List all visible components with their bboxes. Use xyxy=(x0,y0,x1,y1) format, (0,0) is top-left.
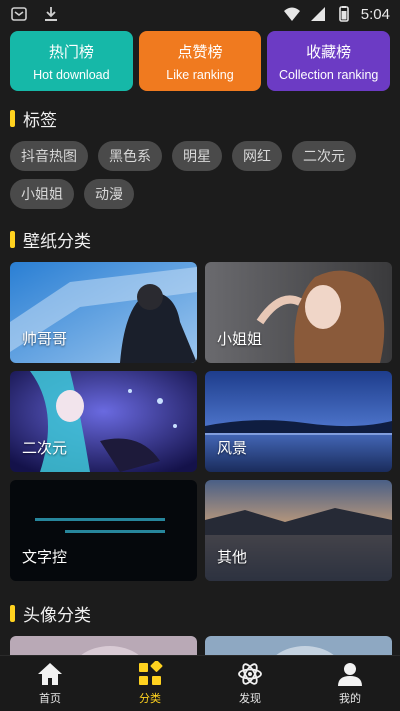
tag-item[interactable]: 抖音热图 xyxy=(10,141,88,171)
app-notification-icon xyxy=(11,7,27,21)
tag-item[interactable]: 黑色系 xyxy=(98,141,162,171)
nav-discover[interactable]: 发现 xyxy=(220,661,280,706)
nav-label: 我的 xyxy=(339,692,361,705)
wallpaper-card-anime[interactable]: 二次元 xyxy=(10,371,197,472)
wallpaper-section-header: 壁纸分类 xyxy=(0,224,400,254)
rank-subtitle: Collection ranking xyxy=(279,67,379,82)
tag-item[interactable]: 明星 xyxy=(172,141,222,171)
section-title: 壁纸分类 xyxy=(23,231,91,252)
download-icon xyxy=(45,7,57,21)
wallpaper-card-text[interactable]: 文字控 xyxy=(10,480,197,581)
category-icon xyxy=(139,661,163,685)
nav-profile[interactable]: 我的 xyxy=(320,661,380,706)
home-icon xyxy=(38,663,62,685)
like-ranking-button[interactable]: 点赞榜 Like ranking xyxy=(138,31,262,91)
collection-ranking-button[interactable]: 收藏榜 Collection ranking xyxy=(267,31,391,91)
rank-title: 热门榜 xyxy=(48,42,94,61)
card-label: 风景 xyxy=(217,439,248,457)
wallpaper-card-scenery[interactable]: 风景 xyxy=(205,371,392,472)
nav-home[interactable]: 首页 xyxy=(20,661,80,706)
clock: 5:04 xyxy=(360,5,390,23)
section-accent-bar xyxy=(10,109,15,127)
tag-item[interactable]: 网红 xyxy=(232,141,282,171)
rank-title: 收藏榜 xyxy=(306,42,352,61)
tags-section-header: 标签 xyxy=(0,103,400,133)
signal-icon xyxy=(310,7,325,21)
nav-label: 分类 xyxy=(139,692,161,705)
wifi-icon xyxy=(283,7,300,21)
wallpaper-grid: 帅哥哥 小姐姐 二次元 风景 文字控 其他 xyxy=(0,262,400,581)
atom-icon xyxy=(238,663,262,685)
wallpaper-card-other[interactable]: 其他 xyxy=(205,480,392,581)
bottom-navigation: 首页 分类 发现 我的 xyxy=(0,655,400,711)
rank-title: 点赞榜 xyxy=(177,42,223,61)
section-title: 头像分类 xyxy=(23,605,91,626)
person-icon xyxy=(338,663,362,686)
avatar-section-header: 头像分类 xyxy=(0,598,400,628)
wallpaper-card-girl[interactable]: 小姐姐 xyxy=(205,262,392,363)
ranking-row: 热门榜 Hot download 点赞榜 Like ranking 收藏榜 Co… xyxy=(0,28,400,91)
status-bar: 5:04 xyxy=(0,0,400,28)
nav-category[interactable]: 分类 xyxy=(120,661,180,706)
card-label: 帅哥哥 xyxy=(22,330,68,348)
nav-label: 发现 xyxy=(239,692,261,705)
section-title: 标签 xyxy=(23,110,57,131)
wallpaper-card-handsome[interactable]: 帅哥哥 xyxy=(10,262,197,363)
battery-icon xyxy=(338,6,349,22)
tag-item[interactable]: 二次元 xyxy=(292,141,356,171)
hot-download-button[interactable]: 热门榜 Hot download xyxy=(10,31,133,91)
card-label: 其他 xyxy=(217,548,248,566)
card-label: 小姐姐 xyxy=(217,330,263,348)
section-accent-bar xyxy=(10,604,15,622)
tag-list: 抖音热图 黑色系 明星 网红 二次元 小姐姐 动漫 xyxy=(0,141,400,209)
tag-item[interactable]: 小姐姐 xyxy=(10,179,74,209)
section-accent-bar xyxy=(10,230,15,248)
card-label: 二次元 xyxy=(22,439,68,457)
nav-label: 首页 xyxy=(39,692,61,705)
card-label: 文字控 xyxy=(22,548,68,566)
rank-subtitle: Hot download xyxy=(33,67,110,82)
tag-item[interactable]: 动漫 xyxy=(84,179,134,209)
rank-subtitle: Like ranking xyxy=(166,67,234,82)
